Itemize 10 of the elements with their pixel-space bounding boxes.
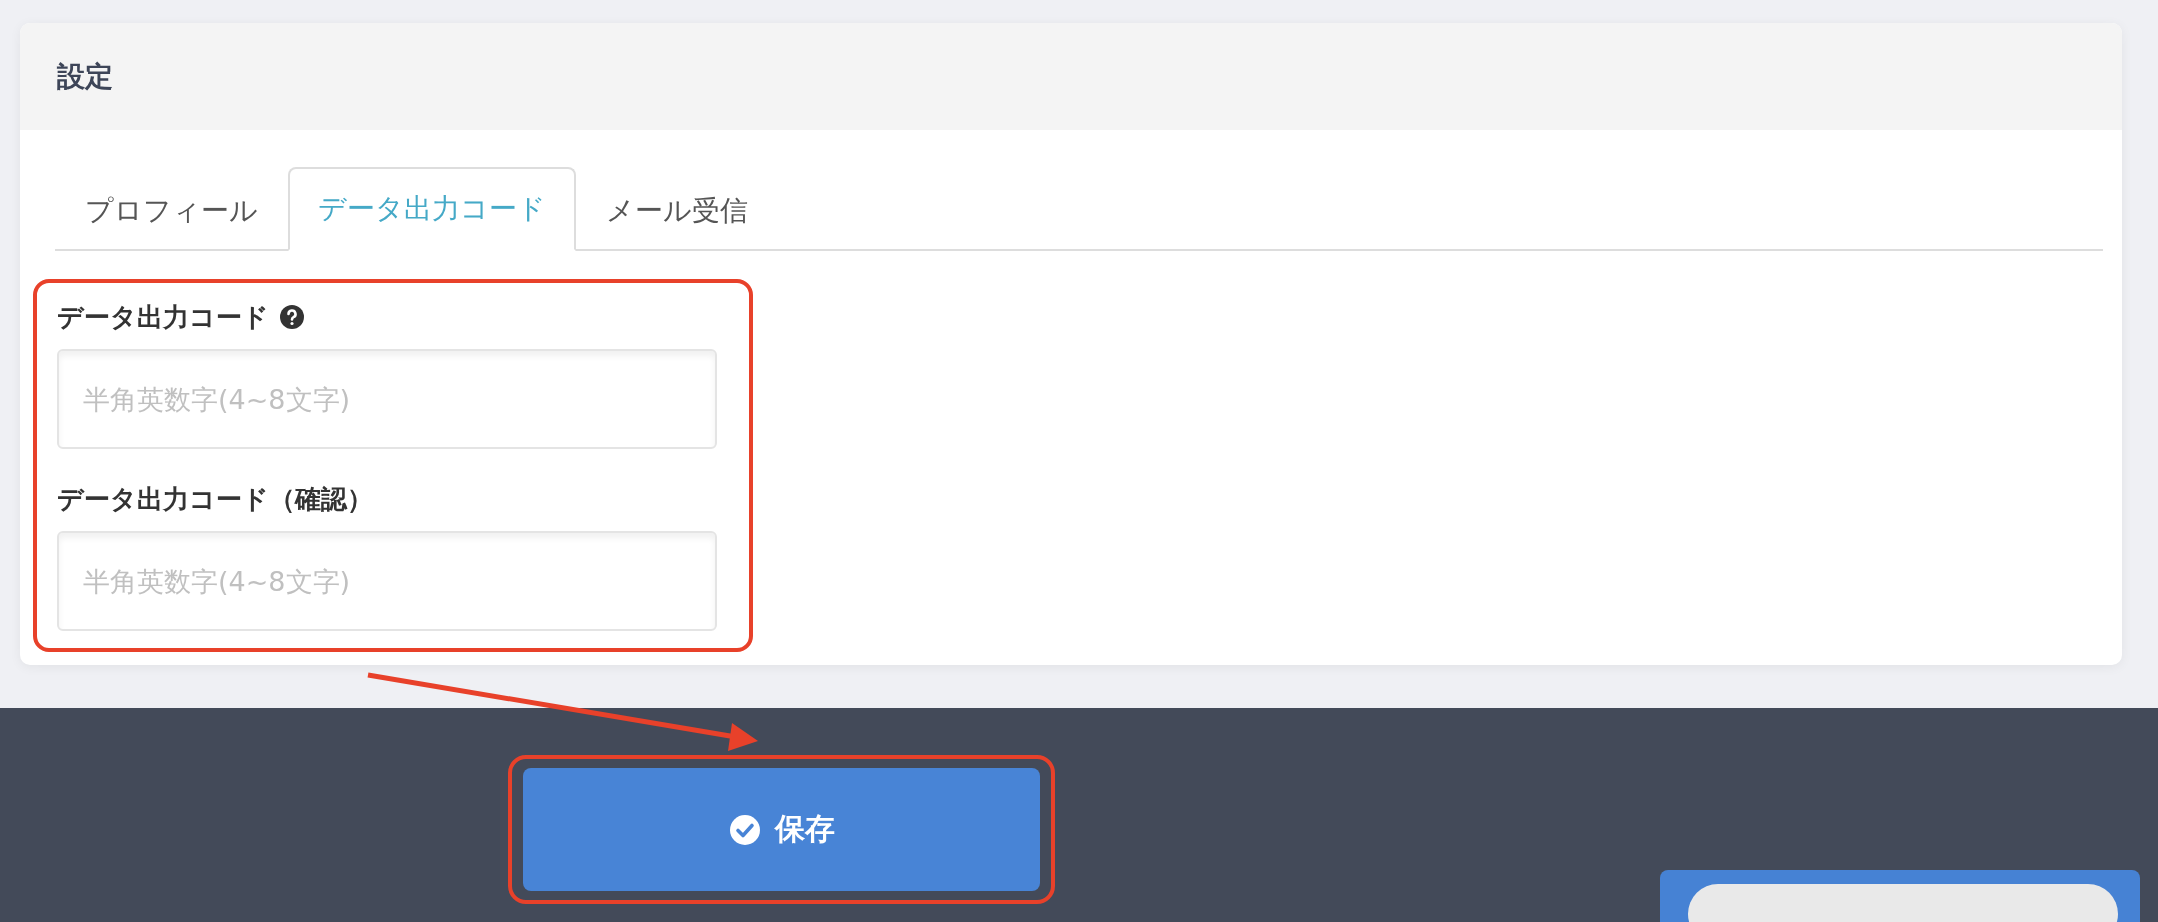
help-icon[interactable] bbox=[279, 304, 305, 330]
input-field[interactable]: 半角英数字(4~8文字) bbox=[57, 349, 717, 449]
tab[interactable]: メール受信 bbox=[576, 169, 778, 251]
field-label: データ出力コード（確認） bbox=[57, 482, 373, 516]
tab[interactable]: プロフィール bbox=[55, 169, 288, 251]
check-circle-icon bbox=[728, 813, 761, 846]
save-button[interactable]: 保存 bbox=[523, 768, 1040, 891]
page-title: 設定 bbox=[57, 58, 113, 95]
field-label: データ出力コード bbox=[57, 300, 269, 334]
input-field[interactable]: 半角英数字(4~8文字) bbox=[57, 531, 717, 631]
